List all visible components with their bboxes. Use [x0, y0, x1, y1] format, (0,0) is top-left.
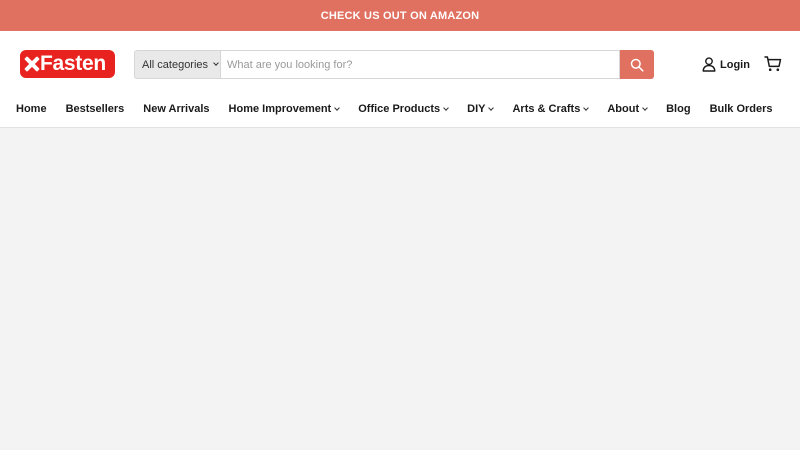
nav-item-home[interactable]: Home	[16, 103, 47, 115]
logo-x-mark	[25, 57, 39, 71]
nav-item-arts-crafts[interactable]: Arts & Crafts	[512, 103, 590, 115]
login-link[interactable]: Login	[702, 57, 750, 72]
nav-item-label: Bulk Orders	[709, 103, 773, 115]
search-button[interactable]	[620, 50, 654, 79]
nav-item-blog[interactable]: Blog	[666, 103, 690, 115]
main-content	[0, 128, 800, 450]
site-header: Fasten All categories Login Home	[0, 31, 800, 128]
site-logo[interactable]: Fasten	[20, 50, 115, 78]
nav-item-label: Home	[16, 103, 47, 115]
cart-icon[interactable]	[764, 55, 782, 73]
nav-item-home-improvement[interactable]: Home Improvement	[228, 103, 341, 115]
chevron-down-icon	[334, 104, 341, 111]
nav-item-label: Home Improvement	[228, 103, 332, 115]
user-icon	[702, 57, 716, 72]
search-input[interactable]	[220, 50, 620, 79]
nav-item-label: New Arrivals	[143, 103, 210, 115]
login-label: Login	[720, 58, 750, 71]
nav-item-about[interactable]: About	[607, 103, 648, 115]
announcement-bar: CHECK US OUT ON AMAZON	[0, 0, 800, 31]
search-bar: All categories	[134, 50, 654, 79]
nav-item-office-products[interactable]: Office Products	[358, 103, 449, 115]
nav-item-label: Bestsellers	[65, 103, 125, 115]
chevron-down-icon	[642, 104, 648, 111]
chevron-down-icon	[488, 104, 495, 111]
chevron-down-icon	[443, 104, 449, 111]
nav-item-bulk-orders[interactable]: Bulk Orders	[710, 103, 773, 115]
nav-item-bestsellers[interactable]: Bestsellers	[66, 103, 125, 115]
chevron-down-icon	[583, 104, 590, 111]
chevron-down-icon	[213, 60, 219, 66]
nav-item-label: Blog	[666, 103, 691, 115]
nav-item-label: Office Products	[358, 103, 441, 115]
nav-item-diy[interactable]: DIY	[467, 103, 495, 115]
nav-item-label: Arts & Crafts	[512, 103, 581, 115]
logo-text: Fasten	[40, 52, 106, 75]
nav-item-new-arrivals[interactable]: New Arrivals	[143, 103, 209, 115]
category-select-label: All categories	[142, 58, 209, 71]
search-icon	[630, 58, 644, 72]
nav-item-label: DIY	[467, 103, 486, 115]
main-nav: Home Bestsellers New Arrivals Home Impro…	[16, 102, 792, 116]
category-select[interactable]: All categories	[134, 50, 220, 79]
nav-item-label: About	[607, 103, 640, 115]
announcement-link[interactable]: CHECK US OUT ON AMAZON	[321, 10, 480, 22]
